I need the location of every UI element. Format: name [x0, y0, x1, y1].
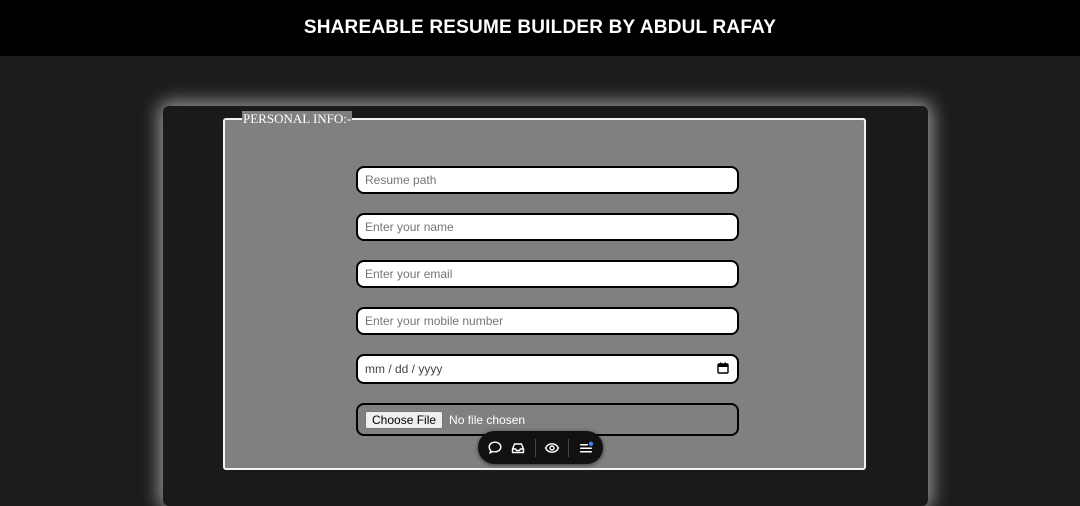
inbox-icon[interactable]	[510, 438, 527, 458]
personal-info-legend: PERSONAL INFO:-	[242, 111, 353, 127]
menu-icon[interactable]	[577, 438, 594, 458]
comment-icon[interactable]	[487, 438, 504, 458]
email-input[interactable]: Enter your email	[356, 260, 739, 288]
name-placeholder: Enter your name	[365, 220, 454, 234]
toolbar-divider	[568, 438, 570, 457]
mobile-input[interactable]: Enter your mobile number	[356, 307, 739, 335]
eye-icon[interactable]	[543, 438, 560, 458]
date-placeholder: mm / dd / yyyy	[365, 362, 443, 376]
page-header: SHAREABLE RESUME BUILDER BY ABDUL RAFAY	[0, 0, 1080, 56]
page-title: SHAREABLE RESUME BUILDER BY ABDUL RAFAY	[303, 17, 777, 38]
floating-toolbar	[478, 431, 603, 464]
choose-file-button[interactable]: Choose File	[365, 410, 444, 429]
mobile-placeholder: Enter your mobile number	[365, 314, 504, 328]
file-status: No file chosen	[449, 412, 526, 427]
date-input[interactable]: mm / dd / yyyy	[356, 354, 739, 384]
email-placeholder: Enter your email	[365, 267, 453, 281]
calendar-icon[interactable]	[717, 362, 729, 377]
resume-path-input[interactable]: Resume path	[356, 166, 739, 194]
toolbar-divider	[534, 438, 536, 457]
name-input[interactable]: Enter your name	[356, 213, 739, 241]
resume-path-placeholder: Resume path	[365, 173, 437, 187]
